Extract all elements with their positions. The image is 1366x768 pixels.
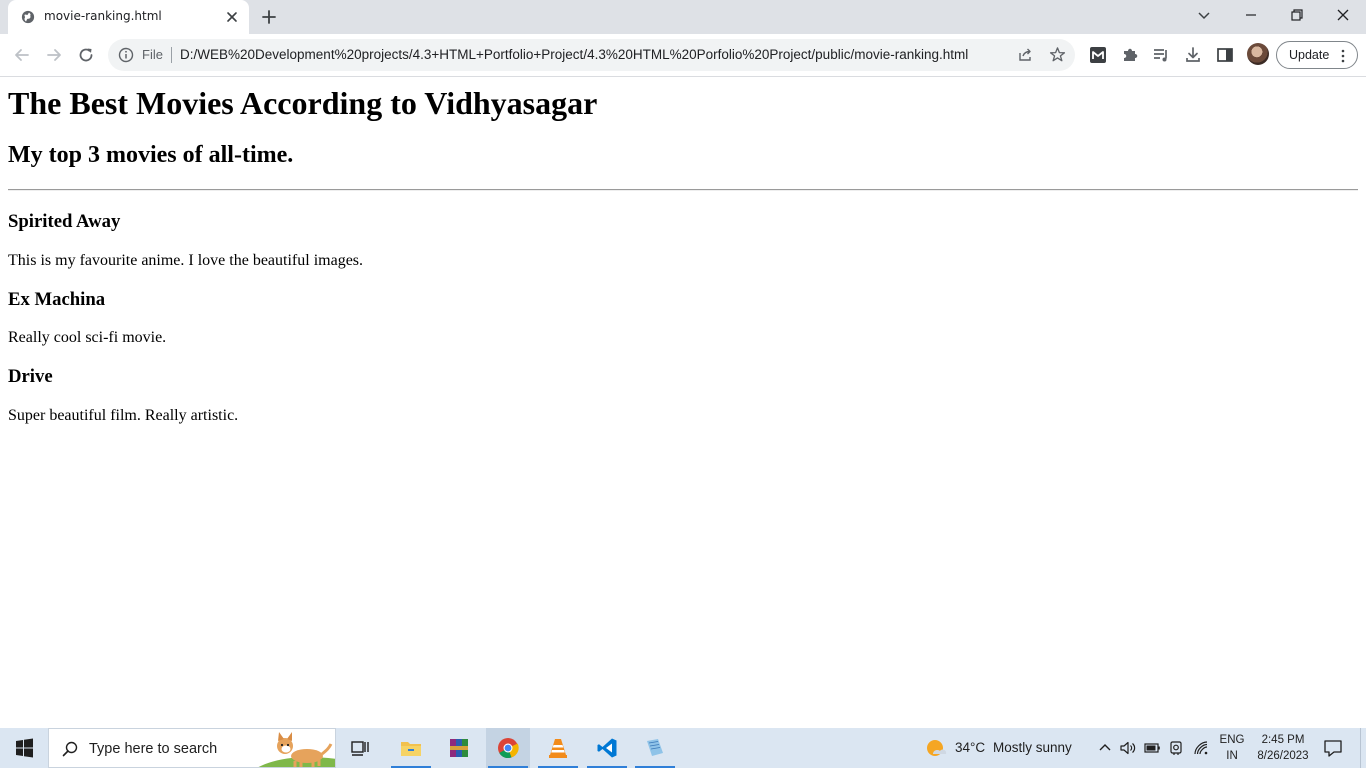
page-title: The Best Movies According to Vidhyasagar [8, 85, 598, 121]
notification-center-icon[interactable] [1322, 738, 1344, 758]
new-tab-icon[interactable] [260, 8, 278, 26]
weather-widget[interactable]: 34°C Mostly sunny [924, 728, 1084, 768]
movie-description-ex-machina: Really cool sci-fi movie. [8, 329, 167, 346]
tab-search-chevron-icon[interactable] [1193, 6, 1215, 24]
search-highlight-dog-illustration [258, 732, 335, 767]
download-icon[interactable] [1183, 45, 1203, 65]
extensions-puzzle-icon[interactable] [1120, 45, 1140, 65]
vlc-button[interactable] [536, 728, 580, 768]
chevron-up-icon[interactable] [1096, 739, 1114, 757]
weather-condition: Mostly sunny [993, 740, 1072, 755]
profile-avatar[interactable] [1247, 43, 1269, 65]
search-placeholder: Type here to search [89, 741, 218, 757]
browser-toolbar: File D:/WEB%20Development%20projects/4.3… [0, 34, 1366, 77]
notepad-button[interactable] [633, 728, 677, 768]
task-view-button[interactable] [338, 728, 382, 768]
restore-icon[interactable] [1286, 6, 1308, 24]
chrome-icon [498, 738, 519, 759]
info-icon[interactable] [118, 47, 134, 63]
weather-temperature: 34°C [955, 740, 986, 755]
more-vert-icon [1341, 49, 1345, 63]
vlc-icon [549, 739, 567, 758]
horizontal-rule [8, 189, 1358, 191]
clock-time: 2:45 PM [1261, 734, 1305, 746]
forward-icon[interactable] [44, 45, 64, 65]
language-region: IN [1226, 750, 1238, 762]
globe-icon [21, 10, 35, 24]
windows-taskbar: Type here to search 34°C Mostly sunny EN… [0, 728, 1366, 768]
page-content: The Best Movies According to Vidhyasagar… [0, 78, 1366, 728]
update-label: Update [1289, 48, 1330, 62]
file-explorer-icon [401, 742, 421, 756]
task-view-icon [351, 741, 369, 756]
media-queue-icon[interactable] [1151, 45, 1171, 65]
power-mode-icon[interactable] [1167, 739, 1185, 757]
system-clock[interactable]: 2:45 PM 8/26/2023 [1250, 732, 1316, 764]
extension-m-icon[interactable] [1088, 45, 1108, 65]
movie-title-drive: Drive [8, 366, 53, 387]
taskbar-search[interactable]: Type here to search [48, 728, 336, 768]
volume-icon[interactable] [1119, 739, 1137, 757]
tab-close-icon[interactable] [224, 9, 240, 25]
minimize-icon[interactable] [1240, 6, 1262, 24]
language-code: ENG [1219, 734, 1245, 746]
close-window-icon[interactable] [1332, 6, 1354, 24]
movie-description-spirited-away: This is my favourite anime. I love the b… [8, 252, 364, 269]
notepad-icon [647, 739, 663, 756]
back-icon[interactable] [12, 45, 32, 65]
vscode-icon [597, 738, 617, 758]
update-button[interactable]: Update [1276, 41, 1358, 69]
page-subtitle: My top 3 movies of all-time. [8, 142, 294, 168]
bookmark-star-icon[interactable] [1049, 46, 1066, 63]
chrome-button[interactable] [486, 728, 530, 768]
show-desktop-button[interactable] [1360, 728, 1366, 768]
input-language[interactable]: ENG IN [1218, 732, 1246, 764]
reload-icon[interactable] [76, 45, 96, 65]
side-panel-icon[interactable] [1215, 45, 1235, 65]
winrar-button[interactable] [437, 728, 481, 768]
movie-description-drive: Super beautiful film. Really artistic. [8, 407, 239, 424]
movie-title-spirited-away: Spirited Away [8, 211, 121, 232]
url-separator [171, 47, 172, 63]
clock-date: 8/26/2023 [1257, 750, 1309, 762]
windows-start-icon[interactable] [0, 728, 48, 768]
weather-sun-cloud-icon [927, 740, 947, 756]
url-text[interactable]: D:/WEB%20Development%20projects/4.3+HTML… [180, 47, 968, 62]
wifi-icon[interactable] [1192, 739, 1210, 757]
search-icon [62, 741, 78, 757]
movie-title-ex-machina: Ex Machina [8, 289, 106, 310]
winrar-icon [450, 739, 468, 757]
share-icon[interactable] [1017, 47, 1033, 63]
tab-title: movie-ranking.html [44, 9, 162, 23]
tab-strip: movie-ranking.html [0, 0, 1366, 34]
file-explorer-button[interactable] [389, 728, 433, 768]
address-bar[interactable]: File D:/WEB%20Development%20projects/4.3… [108, 39, 1075, 71]
scheme-label: File [142, 47, 163, 62]
vscode-button[interactable] [585, 728, 629, 768]
battery-charging-icon[interactable] [1143, 739, 1161, 757]
browser-tab[interactable]: movie-ranking.html [8, 0, 249, 34]
